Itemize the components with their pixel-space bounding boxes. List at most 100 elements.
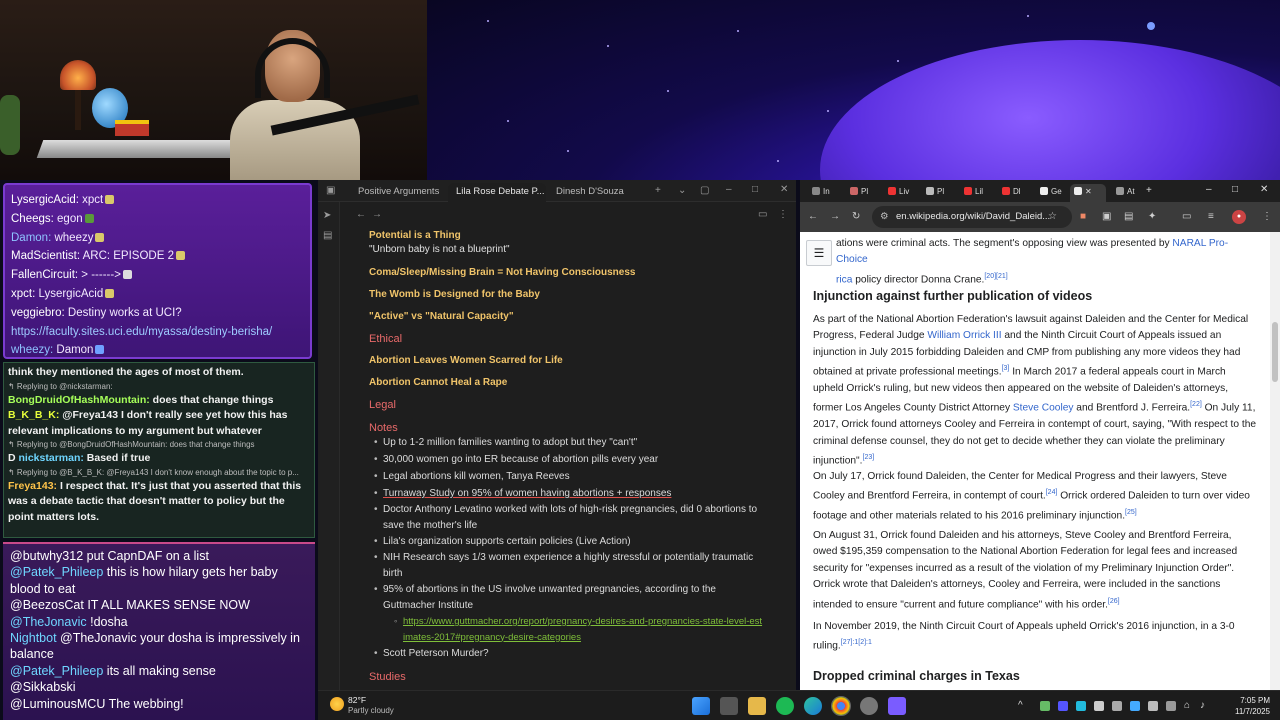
- scrollbar[interactable]: [1270, 232, 1280, 690]
- clock-date: 11/7/2025: [1235, 707, 1270, 716]
- tray-app-icon[interactable]: [1094, 701, 1104, 711]
- chat-message: @butwhy312 put CapnDAF on a list: [10, 549, 209, 563]
- article-paragraph: On July 17, Orrick found Daleiden, the C…: [813, 471, 1250, 522]
- minimize-icon[interactable]: –: [726, 184, 732, 196]
- site-info-icon[interactable]: ⚙: [880, 206, 889, 228]
- layout-icon[interactable]: ▢: [700, 185, 709, 197]
- browser-tab[interactable]: Liv: [884, 184, 912, 202]
- emote-icon: [105, 288, 115, 298]
- chevron-down-icon[interactable]: ⌄: [678, 185, 686, 197]
- naral-link-cont[interactable]: rica: [836, 274, 852, 285]
- tab-lila-rose[interactable]: Lila Rose Debate P... ✕: [448, 183, 546, 202]
- edge-icon[interactable]: [804, 697, 822, 715]
- tray-chevron-icon[interactable]: ^: [1018, 700, 1023, 712]
- minimize-icon[interactable]: –: [1206, 184, 1212, 196]
- webcam-feed: [0, 0, 427, 180]
- browser-tab[interactable]: Ge: [1036, 184, 1064, 202]
- list-item: Scott Peterson Murder?: [374, 646, 763, 662]
- chat-link[interactable]: https://faculty.sites.uci.edu/myassa/des…: [11, 323, 304, 342]
- article-paragraph: In November 2019, the Ninth Circuit Cour…: [813, 621, 1235, 652]
- cooley-link[interactable]: Steve Cooley: [1013, 403, 1074, 414]
- taskbar: 82°F Partly cloudy ^ ⌂ ♪ 7:05 PM 11/7/20…: [318, 690, 1280, 720]
- reply-indicator: ↰ Replying to @BongDruidOfHashMountain: …: [8, 440, 255, 450]
- more-options-icon[interactable]: ⋮: [778, 209, 788, 221]
- files-icon[interactable]: ▤: [323, 230, 332, 242]
- system-clock[interactable]: 7:05 PM 11/7/2025: [1235, 695, 1270, 717]
- tab-positive-arguments[interactable]: Positive Arguments: [350, 183, 446, 202]
- extension-icon[interactable]: ▤: [1124, 210, 1133, 224]
- tray-app-icon[interactable]: [1166, 701, 1176, 711]
- heading-womb: The Womb is Designed for the Baby: [369, 289, 540, 300]
- tray-app-icon[interactable]: [1112, 701, 1122, 711]
- extensions-puzzle-icon[interactable]: ✦: [1148, 210, 1156, 224]
- task-view-icon[interactable]: [720, 697, 738, 715]
- obs-icon[interactable]: [860, 697, 878, 715]
- reading-list-icon[interactable]: ≡: [1208, 210, 1214, 224]
- start-button-icon[interactable]: [692, 697, 710, 715]
- article-paragraph: ations were criminal acts. The segment's…: [836, 238, 1229, 286]
- guttmacher-link[interactable]: https://www.guttmacher.org/report/pregna…: [394, 614, 763, 645]
- browser-tab[interactable]: In: [808, 184, 836, 202]
- spotify-icon[interactable]: [776, 697, 794, 715]
- address-bar[interactable]: ⚙ en.wikipedia.org/wiki/David_Daleid...: [872, 206, 1072, 228]
- tray-app-icon[interactable]: [1058, 701, 1068, 711]
- reading-view-icon[interactable]: ▭: [758, 209, 767, 221]
- back-icon[interactable]: ←: [808, 210, 818, 224]
- sidebar-toggle-icon[interactable]: ▣: [326, 185, 335, 197]
- tab-dinesh[interactable]: Dinesh D'Souza: [548, 183, 638, 202]
- heading-active: "Active" vs "Natural Capacity": [369, 311, 514, 322]
- browser-tab[interactable]: Lil: [960, 184, 988, 202]
- tray-app-icon[interactable]: [1148, 701, 1158, 711]
- volume-icon[interactable]: ♪: [1200, 700, 1205, 712]
- table-of-contents-icon[interactable]: ☰: [806, 240, 832, 266]
- emote-icon: [105, 195, 115, 204]
- file-explorer-icon[interactable]: [748, 697, 766, 715]
- maximize-icon[interactable]: □: [752, 184, 758, 196]
- menu-icon[interactable]: ⋮: [1262, 210, 1272, 224]
- extension-icon[interactable]: ▣: [1102, 210, 1111, 224]
- tray-app-icon[interactable]: [1076, 701, 1086, 711]
- chat-message: Cheegs: egon: [11, 210, 304, 229]
- reload-icon[interactable]: ↻: [852, 210, 860, 224]
- forward-icon[interactable]: →: [372, 209, 382, 221]
- forward-icon[interactable]: →: [830, 210, 840, 224]
- browser-tab-active[interactable]: ✕: [1070, 184, 1106, 202]
- emote-icon: [95, 345, 105, 355]
- orrick-link[interactable]: William Orrick III: [927, 330, 1001, 341]
- chat-message: wheezy: Damon: [11, 341, 304, 357]
- chat-message: xpct: LysergicAcid: [11, 285, 304, 304]
- weather-condition: Partly cloudy: [348, 706, 394, 715]
- bookmark-star-icon[interactable]: ☆: [1048, 210, 1057, 224]
- scrollbar-thumb[interactable]: [1272, 322, 1278, 382]
- chrome-window: In Pl Liv Pl Lil Dl Ge ✕ At + – □ ✕ ← → …: [800, 180, 1280, 690]
- list-item: 30,000 women go into ER because of abort…: [374, 452, 763, 468]
- browser-tab[interactable]: Pl: [922, 184, 950, 202]
- back-icon[interactable]: ←: [356, 209, 366, 221]
- send-icon[interactable]: ➤: [323, 210, 331, 222]
- close-window-icon[interactable]: ✕: [1260, 184, 1268, 196]
- browser-tab[interactable]: Dl: [998, 184, 1026, 202]
- new-tab-icon[interactable]: +: [1146, 185, 1152, 197]
- extension-icon[interactable]: ■: [1080, 210, 1086, 224]
- browser-tab[interactable]: Pl: [846, 184, 874, 202]
- close-icon[interactable]: ✕: [1085, 187, 1092, 196]
- network-icon[interactable]: ⌂: [1184, 700, 1190, 712]
- plant-decor: [0, 95, 20, 155]
- profile-avatar[interactable]: ●: [1232, 210, 1246, 224]
- obsidian-tab-bar: ▣ Positive Arguments Lila Rose Debate P.…: [318, 180, 796, 202]
- new-tab-icon[interactable]: +: [655, 185, 661, 197]
- close-window-icon[interactable]: ✕: [780, 184, 788, 196]
- heading-legal: Legal: [369, 399, 396, 411]
- browser-tab[interactable]: At: [1112, 184, 1140, 202]
- maximize-icon[interactable]: □: [1232, 184, 1238, 196]
- obsidian-icon[interactable]: [888, 697, 906, 715]
- chrome-icon[interactable]: [831, 696, 851, 716]
- chat-message: think they mentioned the ages of most of…: [8, 366, 244, 378]
- cast-icon[interactable]: ▭: [1182, 210, 1191, 224]
- tray-app-icon[interactable]: [1040, 701, 1050, 711]
- emote-icon: [122, 270, 132, 280]
- tray-app-icon[interactable]: [1130, 701, 1140, 711]
- partly-cloudy-icon: [330, 697, 344, 711]
- chat-message: veggiebro: Destiny works at UCI?: [11, 306, 182, 319]
- section-heading: Dropped criminal charges in Texas: [813, 669, 1020, 683]
